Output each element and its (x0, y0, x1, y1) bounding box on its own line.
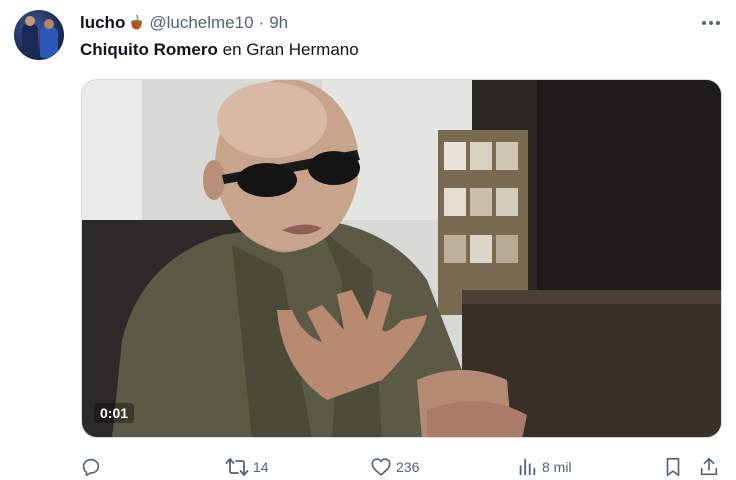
like-button[interactable]: 236 (370, 452, 419, 480)
avatar[interactable] (14, 10, 64, 60)
tweet-card[interactable]: lucho @luchelme10 · 9h Chiquito Romero e… (0, 0, 736, 480)
more-options-icon[interactable] (694, 10, 728, 36)
video-player[interactable]: 0:01 (81, 79, 722, 438)
reply-icon (82, 458, 100, 477)
retweet-button[interactable]: 14 (225, 452, 269, 480)
heart-icon (371, 458, 391, 476)
author-handle[interactable]: @luchelme10 (149, 13, 253, 33)
tweet-text-bold: Chiquito Romero (80, 40, 218, 59)
share-button[interactable] (698, 452, 720, 480)
author-name[interactable]: lucho (80, 13, 125, 33)
tweet-text-rest: en Gran Hermano (217, 40, 359, 59)
video-timestamp: 0:01 (94, 403, 135, 423)
tweet-text: Chiquito Romero en Gran Hermano (80, 40, 359, 60)
tweet-actions: 14 236 8 mil (80, 452, 726, 480)
avatar-head-right (44, 19, 54, 29)
avatar-figure-right (40, 26, 58, 58)
views-icon (519, 458, 536, 476)
reply-button[interactable] (80, 452, 106, 480)
tweet-header: lucho @luchelme10 · 9h (80, 12, 288, 34)
like-count: 236 (396, 459, 420, 475)
views-button[interactable]: 8 mil (516, 452, 572, 480)
avatar-figure-left (22, 22, 38, 56)
avatar-head-left (25, 16, 35, 26)
share-icon (700, 457, 718, 476)
views-count: 8 mil (542, 459, 572, 475)
retweet-count: 14 (253, 459, 269, 475)
video-frame (82, 80, 721, 437)
bookmark-icon (666, 457, 680, 477)
tweet-time[interactable]: 9h (269, 13, 288, 33)
bookmark-button[interactable] (662, 452, 684, 480)
header-separator: · (258, 13, 265, 32)
retweet-icon (225, 458, 249, 476)
mate-emoji-icon (129, 14, 144, 31)
